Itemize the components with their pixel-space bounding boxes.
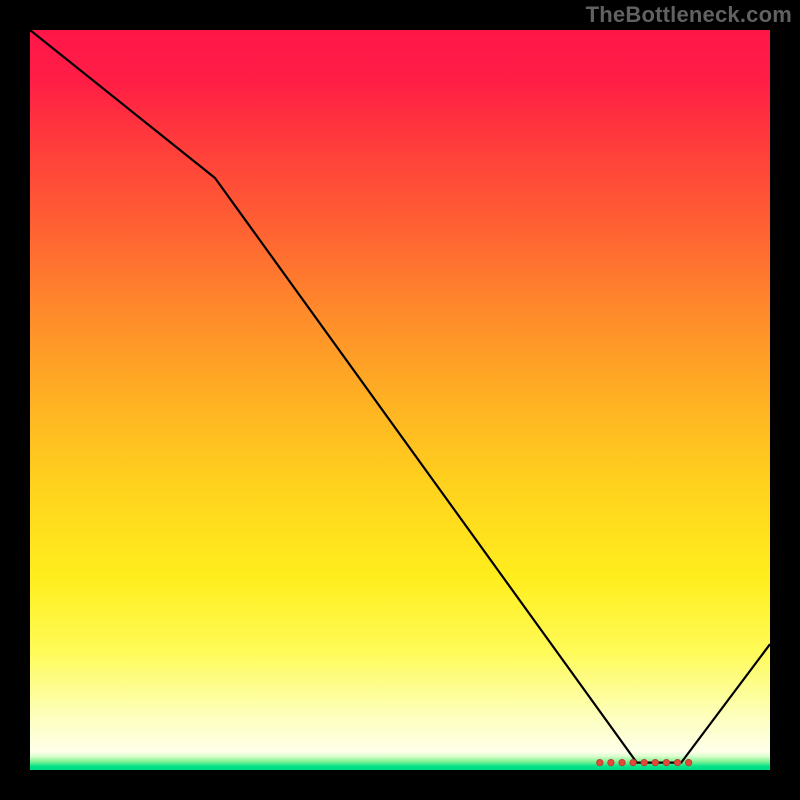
chart-stage: TheBottleneck.com xyxy=(0,0,800,800)
data-marker xyxy=(619,759,625,765)
data-marker xyxy=(674,759,680,765)
data-marker xyxy=(597,759,603,765)
data-marker xyxy=(641,759,647,765)
plot-area xyxy=(30,30,770,770)
chart-svg xyxy=(30,30,770,770)
data-marker xyxy=(685,759,691,765)
series-curve xyxy=(30,30,770,763)
data-marker xyxy=(652,759,658,765)
marker-group xyxy=(597,759,692,765)
data-marker xyxy=(663,759,669,765)
watermark-text: TheBottleneck.com xyxy=(586,2,792,28)
data-marker xyxy=(630,759,636,765)
data-marker xyxy=(608,759,614,765)
